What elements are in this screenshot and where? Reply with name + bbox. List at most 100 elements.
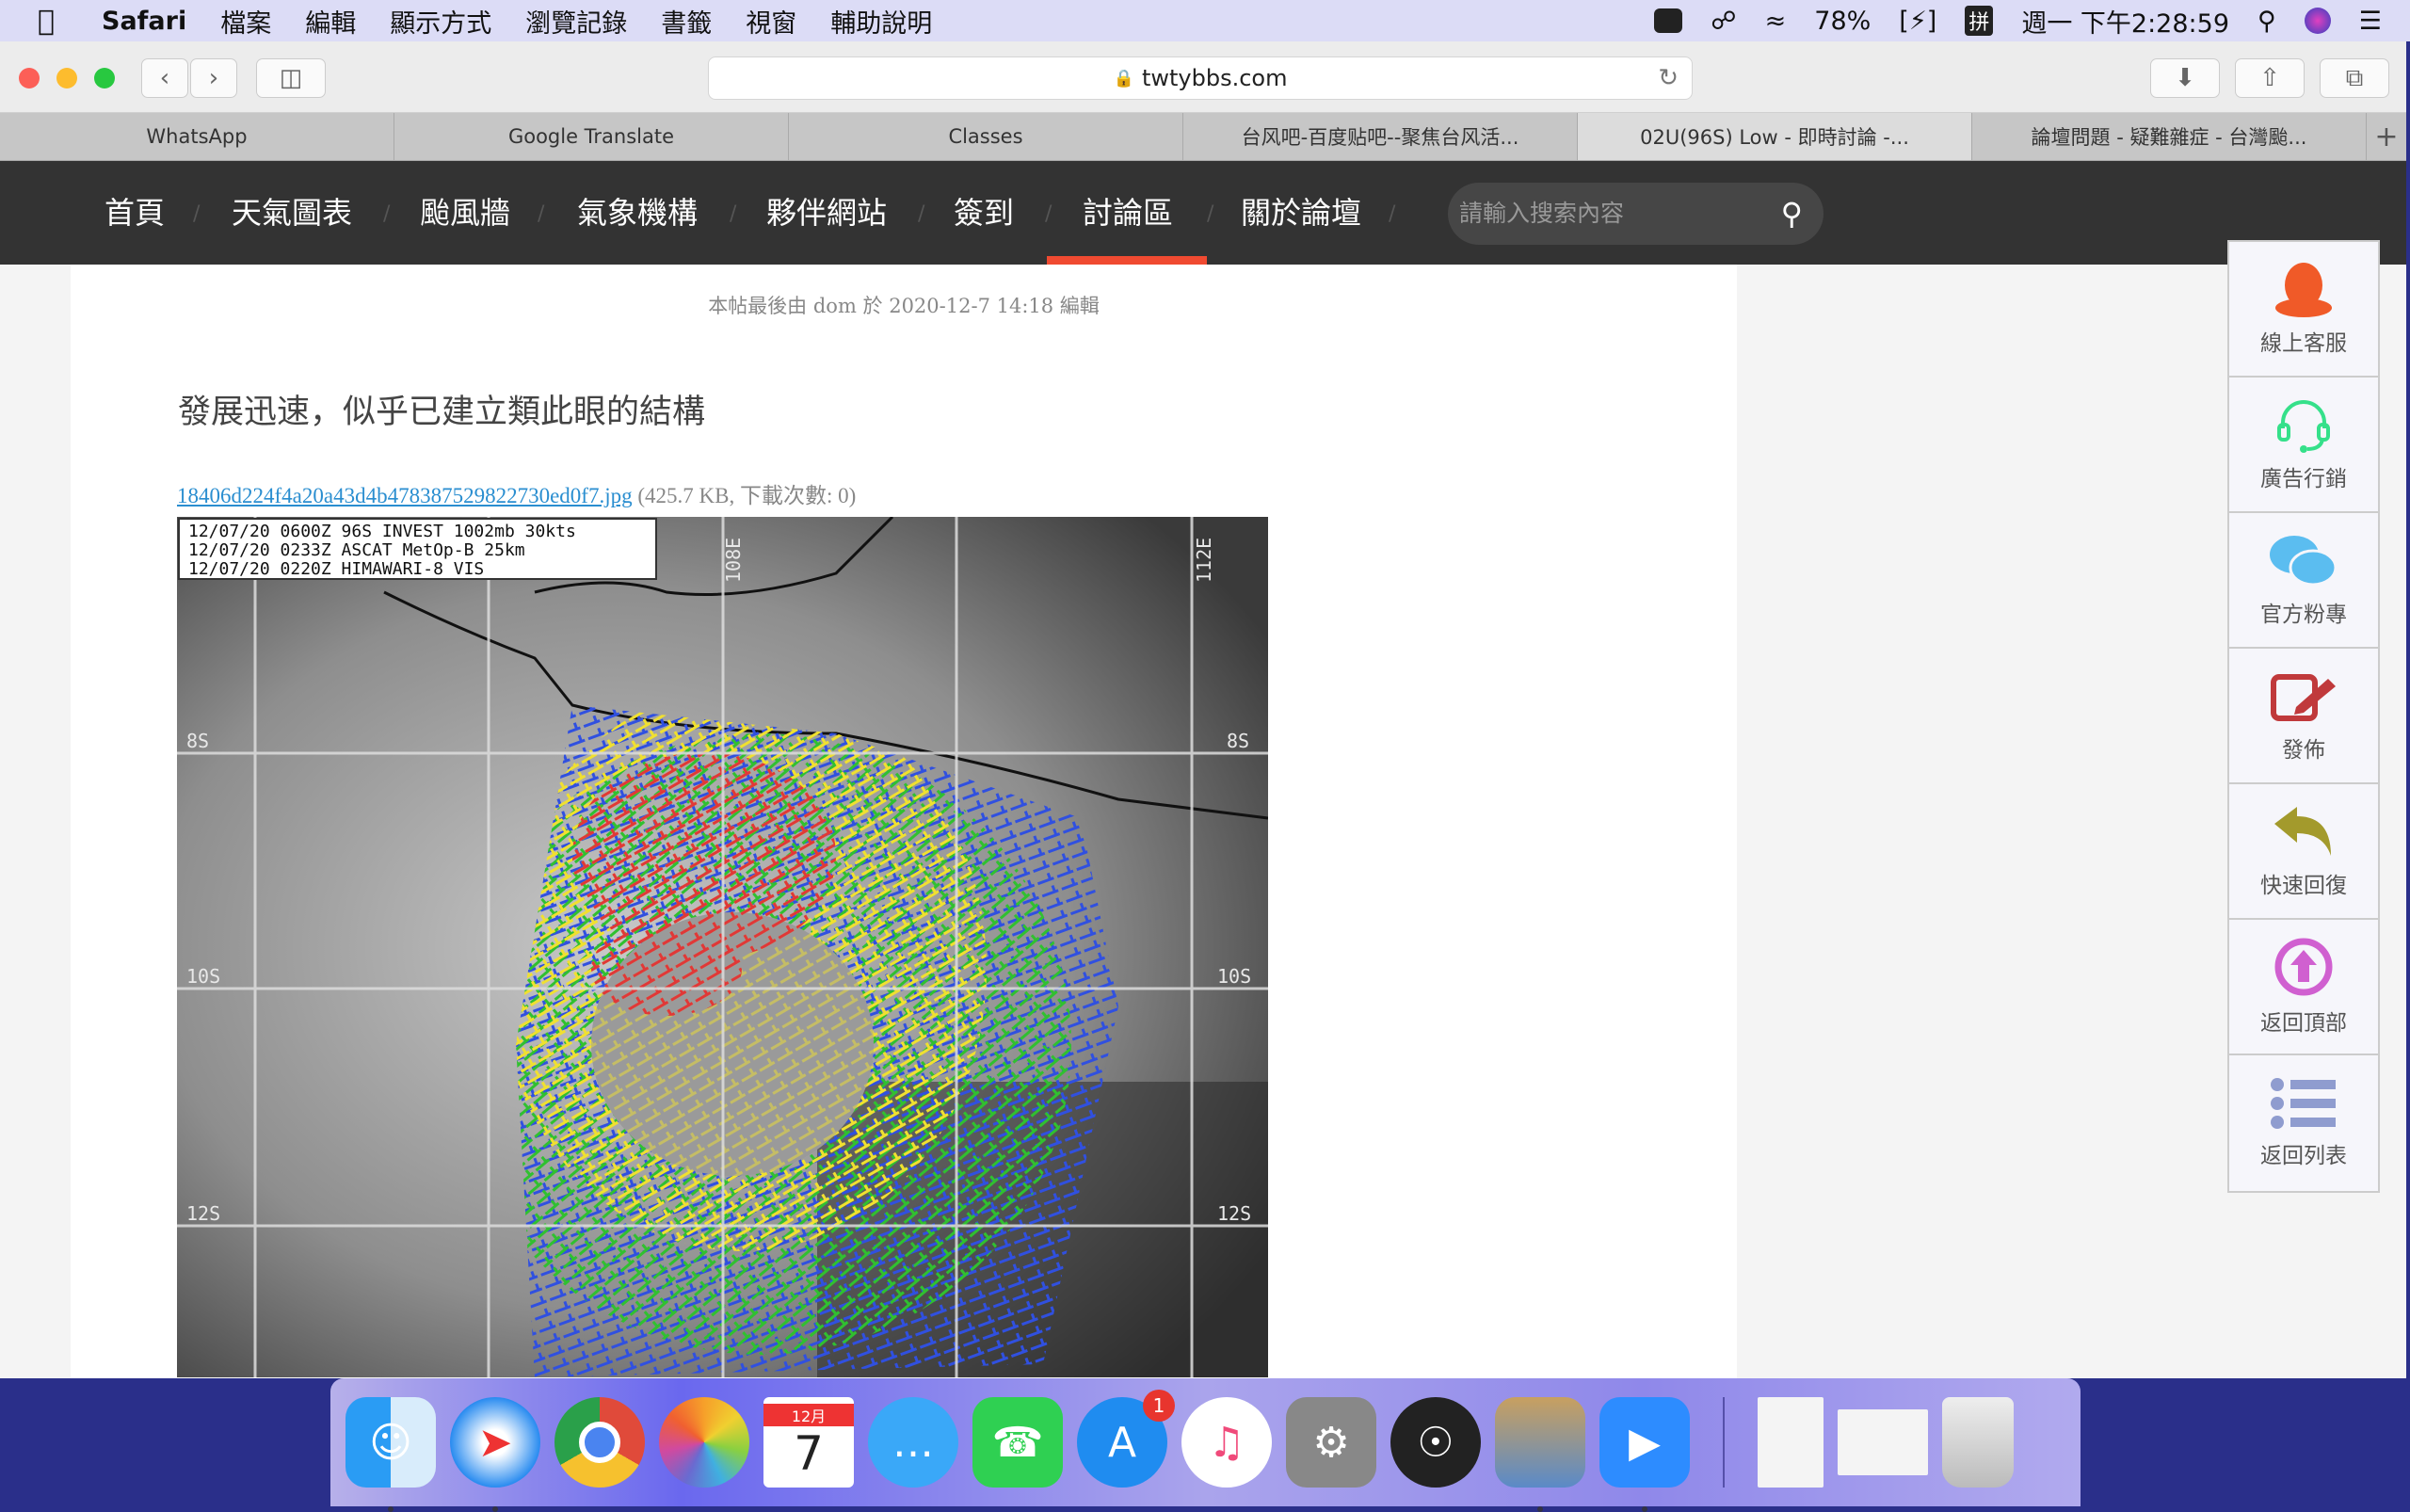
safari-icon[interactable]: ➤ (450, 1397, 540, 1512)
lat-label: 12S (1217, 1202, 1251, 1225)
lon-label: 108E (722, 538, 745, 583)
trash-icon[interactable] (1942, 1397, 2014, 1488)
menu-view[interactable]: 顯示方式 (390, 3, 491, 40)
attachment-info: (425.7 KB, 下載次數: 0) (637, 484, 857, 507)
zoom-icon[interactable]: ▶ (1599, 1397, 1690, 1512)
zoom-status-icon[interactable] (1654, 8, 1683, 33)
tab-whatsapp[interactable]: WhatsApp (0, 113, 394, 160)
nav-partners[interactable]: 夥伴網站 (766, 161, 887, 265)
new-tab-button[interactable]: + (2367, 113, 2406, 160)
battery-icon[interactable]: [⚡] (1899, 7, 1936, 36)
attachment-link[interactable]: 18406d224f4a20a43d4b478387529822730ed0f7… (177, 484, 633, 507)
tab-overview-button[interactable]: ⧉ (2320, 58, 2389, 98)
reply-icon (2274, 807, 2331, 856)
nav-divider: / (1207, 202, 1214, 226)
nav-about[interactable]: 關於論壇 (1241, 161, 1361, 265)
calendar-day: 7 (794, 1426, 824, 1481)
lock-icon: 🔒 (1113, 68, 1134, 88)
downloads-button[interactable]: ⬇ (2150, 58, 2220, 98)
preview-icon[interactable] (1495, 1397, 1585, 1512)
tab-baidu-typhoon[interactable]: 台风吧-百度贴吧--聚焦台风活... (1183, 113, 1578, 160)
sidebar-label: 廣告行銷 (2260, 467, 2347, 491)
post-edit-meta: 本帖最後由 dom 於 2020-12-7 14:18 編輯 (708, 295, 1100, 317)
spotlight-search-icon[interactable]: ⚲ (2257, 7, 2276, 36)
nav-agencies[interactable]: 氣象機構 (577, 161, 698, 265)
apple-menu-icon[interactable]:  (38, 5, 66, 38)
facetime-icon[interactable]: ☎ (972, 1397, 1063, 1488)
chrome-icon[interactable] (554, 1397, 645, 1488)
menu-file[interactable]: 檔案 (220, 3, 271, 40)
calendar-icon[interactable]: 12月 7 (763, 1397, 854, 1488)
itunes-icon[interactable]: ♫ (1181, 1397, 1272, 1488)
nav-active-indicator (1047, 256, 1207, 265)
finder-icon[interactable]: ☺ (345, 1397, 436, 1512)
address-bar[interactable]: 🔒 twtybbs.com ↻ (708, 56, 1693, 100)
menu-bar:  Safari 檔案 編輯 顯示方式 瀏覽記錄 書籤 視窗 輔助說明 ☍ ≈ … (0, 0, 2410, 41)
nav-typhoon-wall[interactable]: 颱風牆 (420, 161, 510, 265)
app-store-icon[interactable]: A1 (1077, 1390, 1175, 1488)
nav-divider: / (383, 202, 391, 226)
close-window-button[interactable] (19, 68, 40, 88)
forward-button[interactable]: › (190, 58, 237, 98)
tab-forum-issues[interactable]: 論壇問題 - 疑難雜症 - 台灣颱... (1972, 113, 2367, 160)
attachment: 18406d224f4a20a43d4b478387529822730ed0f7… (177, 477, 856, 509)
nav-divider: / (730, 202, 737, 226)
sidebar-quick-reply[interactable]: 快速回復 (2229, 784, 2378, 920)
sidebar-back-to-list[interactable]: 返回列表 (2229, 1055, 2378, 1191)
sidebar-official-fanpage[interactable]: 官方粉專 (2229, 513, 2378, 649)
notification-center-icon[interactable]: ☰ (2359, 7, 2382, 36)
edit-icon (2271, 674, 2336, 721)
sidebar-online-support[interactable]: 線上客服 (2229, 242, 2378, 378)
dock: ☺ ➤ 12月 7 … ☎ A1 ♫ ⚙ ☉ ▶ (330, 1378, 2081, 1512)
minimize-window-button[interactable] (56, 68, 77, 88)
sidebar-back-to-top[interactable]: 返回頂部 (2229, 920, 2378, 1055)
nav-divider: / (918, 202, 925, 226)
search-icon[interactable]: ⚲ (1781, 183, 1803, 245)
menu-window[interactable]: 視窗 (746, 3, 796, 40)
menu-help[interactable]: 輔助說明 (830, 3, 932, 40)
obs-icon[interactable]: ☉ (1390, 1397, 1481, 1488)
sidebar-post[interactable]: 發佈 (2229, 649, 2378, 784)
sidebar-label: 快速回復 (2260, 874, 2347, 898)
photos-icon[interactable] (659, 1397, 749, 1488)
system-preferences-icon[interactable]: ⚙ (1286, 1397, 1376, 1488)
menu-app-name[interactable]: Safari (102, 7, 186, 36)
messages-icon[interactable]: … (868, 1397, 958, 1488)
nav-forum[interactable]: 討論區 (1083, 161, 1173, 265)
back-button[interactable]: ‹ (141, 58, 188, 98)
site-nav: 首頁 / 天氣圖表 / 颱風牆 / 氣象機構 / 夥伴網站 / 簽到 / 討論區… (0, 161, 2406, 265)
menu-bookmarks[interactable]: 書籤 (661, 3, 712, 40)
tab-02u-discussion[interactable]: 02U(96S) Low - 即時討論 -... (1578, 113, 1972, 160)
nav-weather-charts[interactable]: 天氣圖表 (232, 161, 352, 265)
menu-history[interactable]: 瀏覽記錄 (525, 3, 627, 40)
nav-home[interactable]: 首頁 (104, 161, 165, 265)
input-method-icon[interactable]: 拼 (1965, 6, 1994, 36)
reload-icon[interactable]: ↻ (1658, 64, 1679, 92)
sidebar-toggle-button[interactable]: ◫ (256, 58, 326, 98)
satellite-scatterometer-image[interactable]: 8S 8S 10S 10S 12S 12S 108E 112E 12/07/20… (177, 517, 1268, 1377)
list-icon (2271, 1078, 2336, 1129)
share-button[interactable]: ⇧ (2235, 58, 2305, 98)
tab-bar: WhatsApp Google Translate Classes 台风吧-百度… (0, 113, 2406, 161)
sidebar-advertising[interactable]: 廣告行銷 (2229, 378, 2378, 513)
toolbar: ‹ › ◫ 🔒 twtybbs.com ↻ ⬇ ⇧ ⧉ (0, 41, 2406, 113)
fullscreen-window-button[interactable] (94, 68, 115, 88)
siri-icon[interactable] (2304, 8, 2331, 34)
nav-divider: / (1045, 202, 1052, 226)
lat-label: 10S (1217, 965, 1251, 988)
lat-label: 8S (1227, 730, 1249, 752)
clock[interactable]: 週一 下午2:28:59 (2021, 3, 2229, 40)
menu-edit[interactable]: 編輯 (305, 3, 356, 40)
nav-checkin[interactable]: 簽到 (954, 161, 1014, 265)
document-stack-icon[interactable] (1758, 1397, 1824, 1488)
search-input[interactable]: 請輸入搜索內容 ⚲ (1448, 183, 1824, 245)
headset-icon (2277, 400, 2330, 453)
nav-divider: / (538, 202, 545, 226)
creative-cloud-icon[interactable]: ☍ (1711, 7, 1736, 36)
dock-divider (1723, 1397, 1725, 1488)
tab-google-translate[interactable]: Google Translate (394, 113, 789, 160)
tab-classes[interactable]: Classes (789, 113, 1183, 160)
wifi-icon[interactable]: ≈ (1765, 7, 1787, 36)
spreadsheet-document-icon[interactable] (1838, 1409, 1928, 1475)
battery-percent[interactable]: 78% (1814, 7, 1871, 36)
